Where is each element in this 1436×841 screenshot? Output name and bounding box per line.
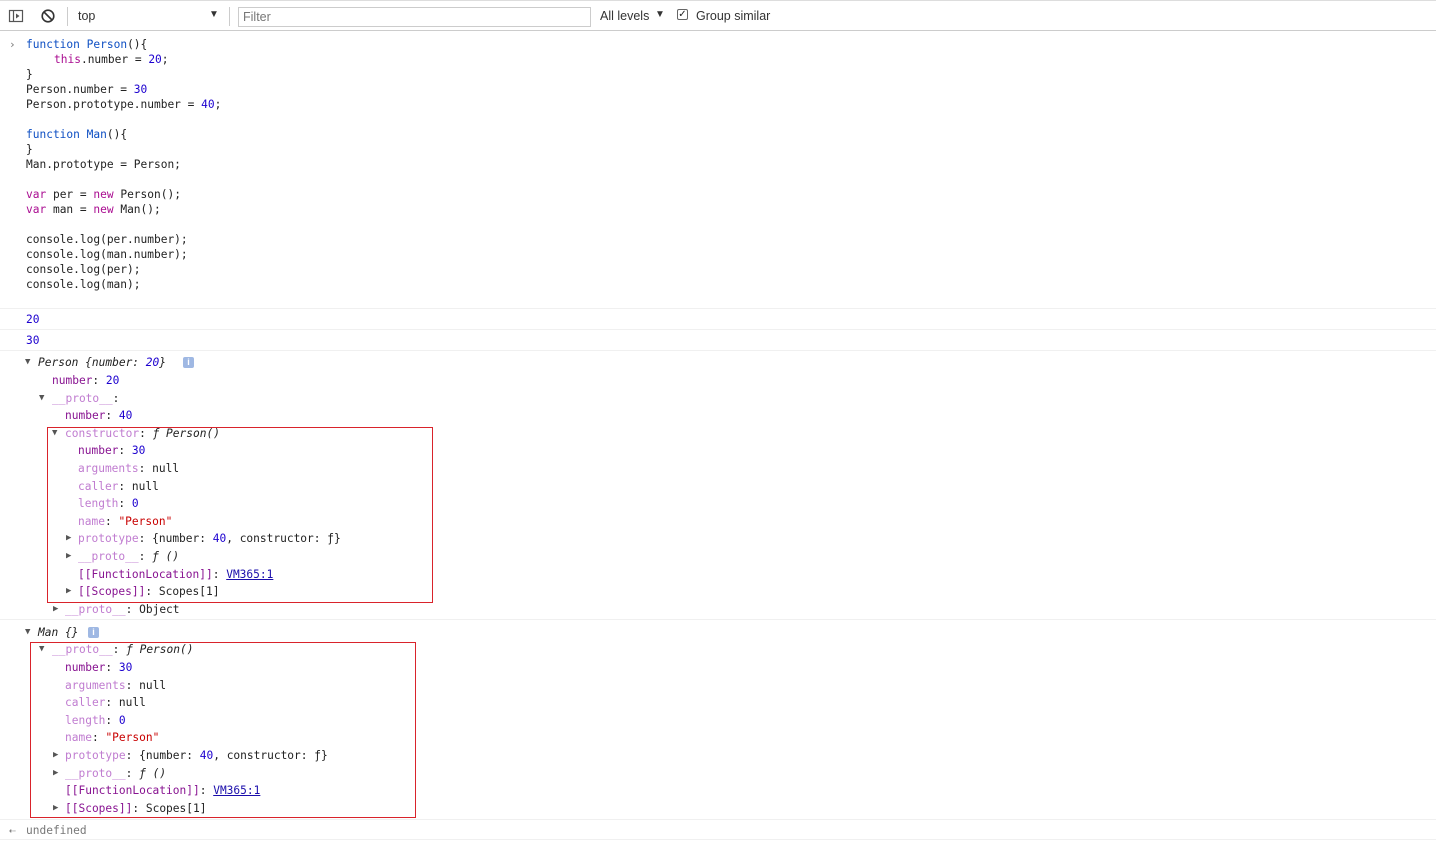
info-icon[interactable]: i — [183, 357, 194, 368]
code-line: } — [26, 68, 33, 81]
expand-triangle-icon[interactable]: ▶ — [53, 801, 58, 816]
expand-triangle-icon[interactable]: ▶ — [53, 748, 58, 763]
toolbar-divider — [229, 7, 230, 26]
object-property[interactable]: __proto__: ƒ Person() — [52, 642, 193, 657]
object-property: number: 30 — [65, 661, 133, 674]
message-divider — [0, 839, 1436, 840]
object-property[interactable]: __proto__: — [52, 391, 119, 406]
expand-triangle-icon[interactable]: ▼ — [25, 625, 30, 640]
code-line: this.number = 20; — [54, 53, 169, 66]
message-divider — [0, 619, 1436, 620]
source-link[interactable]: VM365:1 — [213, 784, 260, 797]
code-line: console.log(per.number); — [26, 233, 188, 246]
code-line: console.log(man.number); — [26, 248, 188, 261]
message-divider — [0, 329, 1436, 330]
code-line: function Person(){ — [26, 38, 148, 51]
object-property: number: 20 — [52, 374, 120, 387]
expand-triangle-icon[interactable]: ▶ — [53, 602, 58, 617]
object-property[interactable]: constructor: ƒ Person() — [65, 426, 220, 441]
object-property: caller: null — [65, 696, 146, 709]
log-output: 30 — [26, 334, 40, 347]
object-property[interactable]: __proto__: Object — [65, 602, 180, 617]
code-line: Person.number = 30 — [26, 83, 148, 96]
object-property[interactable]: prototype: {number: 40, constructor: ƒ} — [78, 531, 341, 546]
expand-triangle-icon[interactable]: ▶ — [53, 766, 58, 781]
expand-triangle-icon[interactable]: ▶ — [66, 584, 71, 599]
object-property: length: 0 — [65, 714, 126, 727]
object-property[interactable]: [[Scopes]]: Scopes[1] — [78, 584, 219, 599]
object-property[interactable]: prototype: {number: 40, constructor: ƒ} — [65, 748, 328, 763]
expand-triangle-icon[interactable]: ▼ — [39, 391, 44, 406]
context-selector[interactable]: top — [78, 9, 95, 23]
log-levels-dropdown[interactable]: All levels — [600, 9, 649, 23]
chevron-down-icon[interactable]: ▼ — [655, 9, 665, 20]
source-link[interactable]: VM365:1 — [226, 568, 273, 581]
eval-result: undefined — [26, 824, 87, 837]
object-property[interactable]: [[Scopes]]: Scopes[1] — [65, 801, 206, 816]
code-line: Man.prototype = Person; — [26, 158, 181, 171]
object-property: number: 30 — [78, 444, 146, 457]
code-line: var man = new Man(); — [26, 203, 161, 216]
code-line: var per = new Person(); — [26, 188, 181, 201]
object-property: [[FunctionLocation]]: VM365:1 — [65, 784, 261, 797]
result-arrow-icon: ⇠ — [9, 824, 16, 837]
console-toolbar: top ▼ All levels ▼ ✓ Group similar — [0, 0, 1436, 31]
expand-triangle-icon[interactable]: ▶ — [66, 531, 71, 546]
input-prompt-icon: › — [9, 38, 16, 51]
sidebar-toggle-icon[interactable] — [8, 8, 24, 24]
code-line: function Man(){ — [26, 128, 128, 141]
chevron-down-icon[interactable]: ▼ — [209, 9, 219, 20]
code-line: } — [26, 143, 33, 156]
group-similar-checkbox[interactable]: ✓ — [677, 9, 688, 20]
message-divider — [0, 350, 1436, 351]
expand-triangle-icon[interactable]: ▼ — [25, 355, 30, 370]
object-property: arguments: null — [65, 679, 167, 692]
info-icon[interactable]: i — [88, 627, 99, 638]
expand-triangle-icon[interactable]: ▼ — [52, 426, 57, 441]
group-similar-label: Group similar — [696, 9, 771, 23]
object-property: name: "Person" — [65, 731, 160, 744]
code-line: console.log(man); — [26, 278, 141, 291]
expand-triangle-icon[interactable]: ▶ — [66, 549, 71, 564]
object-property: arguments: null — [78, 462, 180, 475]
message-divider — [0, 819, 1436, 820]
object-property: number: 40 — [65, 409, 133, 422]
message-divider — [0, 308, 1436, 309]
object-property: length: 0 — [78, 497, 139, 510]
object-property: [[FunctionLocation]]: VM365:1 — [78, 568, 274, 581]
object-property: caller: null — [78, 480, 159, 493]
object-header[interactable]: Person {number: 20} — [38, 355, 166, 370]
log-output: 20 — [26, 313, 40, 326]
object-property[interactable]: __proto__: ƒ () — [78, 549, 179, 564]
code-line: Person.prototype.number = 40; — [26, 98, 222, 111]
toolbar-divider — [67, 7, 68, 26]
object-header[interactable]: Man {} — [38, 625, 78, 640]
filter-input[interactable] — [238, 7, 591, 27]
object-property[interactable]: __proto__: ƒ () — [65, 766, 166, 781]
clear-console-icon[interactable] — [40, 8, 56, 24]
object-property: name: "Person" — [78, 515, 173, 528]
expand-triangle-icon[interactable]: ▼ — [39, 642, 44, 657]
code-line: console.log(per); — [26, 263, 141, 276]
